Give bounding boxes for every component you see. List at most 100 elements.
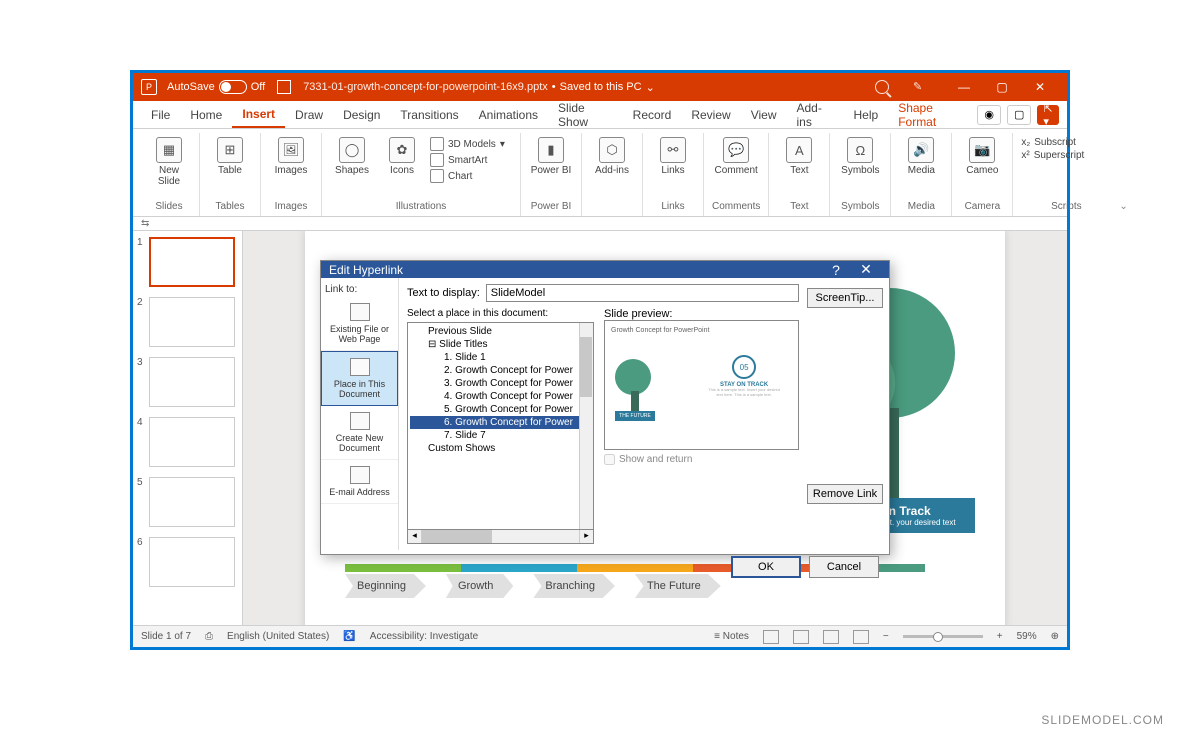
tab-file[interactable]: File (141, 101, 180, 128)
links-button[interactable]: ⚯Links (651, 137, 695, 176)
file-name[interactable]: 7331-01-growth-concept-for-powerpoint-16… (303, 81, 548, 93)
group-images: Images (275, 198, 308, 216)
cancel-button[interactable]: Cancel (809, 556, 879, 578)
superscript-button[interactable]: x² Superscript (1021, 150, 1111, 161)
tab-review[interactable]: Review (681, 101, 740, 128)
lang-icon: ⎙ (205, 631, 213, 642)
thumbnail-4[interactable] (149, 417, 235, 467)
autosave-toggle[interactable]: AutoSave Off (167, 80, 265, 94)
linkto-label: Link to: (321, 278, 398, 297)
thumbnail-panel[interactable]: 1 2 3 4 5 6 (133, 231, 243, 625)
thumbnail-3[interactable] (149, 357, 235, 407)
tab-draw[interactable]: Draw (285, 101, 333, 128)
tree-slide-7[interactable]: 7. Slide 7 (410, 429, 591, 442)
tree-slide-3[interactable]: 3. Growth Concept for Power (410, 377, 591, 390)
tab-view[interactable]: View (741, 101, 787, 128)
text-button[interactable]: AText (777, 137, 821, 176)
tab-record[interactable]: Record (623, 101, 682, 128)
tree-slide-6[interactable]: 6. Growth Concept for Power (410, 416, 591, 429)
smartart-button[interactable]: SmartArt (430, 153, 512, 167)
tree-vscroll[interactable] (579, 323, 593, 529)
tree-slide-4[interactable]: 4. Growth Concept for Power (410, 390, 591, 403)
slide-counter[interactable]: Slide 1 of 7 (141, 631, 191, 642)
record-button[interactable]: ◉ (977, 105, 1001, 125)
linkto-email[interactable]: E-mail Address (321, 460, 398, 504)
zoom-level[interactable]: 59% (1017, 631, 1037, 642)
pencil-icon[interactable]: ✎ (913, 80, 927, 94)
tree-slide-2[interactable]: 2. Growth Concept for Power (410, 364, 591, 377)
thumbnail-1[interactable] (149, 237, 235, 287)
group-symbols: Symbols (841, 198, 879, 216)
3d-models-button[interactable]: 3D Models ▾ (430, 137, 512, 151)
slideshow-view-button[interactable] (853, 630, 869, 644)
thumbnail-2[interactable] (149, 297, 235, 347)
minimize-button[interactable]: — (945, 73, 983, 101)
notes-button[interactable]: ≡ Notes (714, 631, 749, 642)
tree-custom-shows[interactable]: Custom Shows (410, 442, 591, 455)
zoom-out-button[interactable]: − (883, 631, 889, 642)
ok-button[interactable]: OK (731, 556, 801, 578)
new-slide-button[interactable]: ▦New Slide (147, 137, 191, 187)
sorter-view-button[interactable] (793, 630, 809, 644)
zoom-slider[interactable] (903, 635, 983, 638)
tab-help[interactable]: Help (844, 101, 889, 128)
reading-view-button[interactable] (823, 630, 839, 644)
dialog-titlebar[interactable]: Edit Hyperlink ? ✕ (321, 261, 889, 278)
tab-design[interactable]: Design (333, 101, 390, 128)
normal-view-button[interactable] (763, 630, 779, 644)
dialog-close-button[interactable]: ✕ (851, 261, 881, 278)
maximize-button[interactable]: ▢ (983, 73, 1021, 101)
icons-button[interactable]: ✿Icons (380, 137, 424, 176)
subscript-button[interactable]: x₂ Subscript (1021, 137, 1111, 148)
chart-button[interactable]: Chart (430, 169, 512, 183)
save-icon[interactable] (277, 80, 291, 94)
search-icon[interactable] (875, 80, 889, 94)
accessibility-status[interactable]: Accessibility: Investigate (370, 631, 478, 642)
tree-previous-slide[interactable]: Previous Slide (410, 325, 591, 338)
place-tree[interactable]: Previous Slide ⊟ Slide Titles 1. Slide 1… (407, 322, 594, 530)
screentip-button[interactable]: ScreenTip... (807, 288, 883, 308)
tab-addins[interactable]: Add-ins (787, 101, 844, 128)
cameo-button[interactable]: 📷Cameo (960, 137, 1004, 176)
remove-link-button[interactable]: Remove Link (807, 484, 883, 504)
tab-slideshow[interactable]: Slide Show (548, 101, 623, 128)
addins-button[interactable]: ⬡Add-ins (590, 137, 634, 176)
language-status[interactable]: English (United States) (227, 631, 329, 642)
autosave-state: Off (251, 81, 265, 93)
tab-animations[interactable]: Animations (469, 101, 548, 128)
text-to-display-input[interactable] (486, 284, 799, 302)
status-bar: Slide 1 of 7 ⎙ English (United States) ♿… (133, 625, 1067, 647)
ribbon-collapse-icon[interactable]: ⌄ (1119, 133, 1127, 216)
linkto-existing-file[interactable]: Existing File or Web Page (321, 297, 398, 351)
thumbnail-5[interactable] (149, 477, 235, 527)
thumbnail-6[interactable] (149, 537, 235, 587)
dialog-help-button[interactable]: ? (821, 262, 851, 278)
tab-shape-format[interactable]: Shape Format (888, 101, 977, 128)
present-button[interactable]: ▢ (1007, 105, 1031, 125)
images-button[interactable]: 🖼Images (269, 137, 313, 176)
powerbi-button[interactable]: ▮Power BI (529, 137, 573, 176)
tree-slide-5[interactable]: 5. Growth Concept for Power (410, 403, 591, 416)
tab-transitions[interactable]: Transitions (390, 101, 468, 128)
linkto-new-doc[interactable]: Create New Document (321, 406, 398, 460)
tab-insert[interactable]: Insert (232, 101, 285, 128)
comment-button[interactable]: 💬Comment (714, 137, 758, 176)
tree-slide-titles[interactable]: ⊟ Slide Titles (410, 338, 591, 351)
tree-hscroll[interactable]: ◂▸ (407, 530, 594, 544)
tab-home[interactable]: Home (180, 101, 232, 128)
share-button[interactable]: ⇱ ▾ (1037, 105, 1059, 125)
linkto-place-in-doc[interactable]: Place in This Document (321, 351, 398, 406)
ribbon-collapse-bar[interactable]: ⇆ (133, 217, 1067, 231)
edit-hyperlink-dialog: Edit Hyperlink ? ✕ Link to: Existing Fil… (320, 260, 890, 555)
close-button[interactable]: ✕ (1021, 73, 1059, 101)
media-button[interactable]: 🔊Media (899, 137, 943, 176)
powerpoint-icon: P (141, 79, 157, 95)
symbols-button[interactable]: ΩSymbols (838, 137, 882, 176)
fit-button[interactable]: ⊕ (1051, 631, 1059, 642)
save-state[interactable]: Saved to this PC (560, 81, 642, 93)
shapes-button[interactable]: ◯Shapes (330, 137, 374, 176)
zoom-in-button[interactable]: + (997, 631, 1003, 642)
tree-slide-1[interactable]: 1. Slide 1 (410, 351, 591, 364)
group-slides: Slides (155, 198, 182, 216)
table-button[interactable]: ⊞Table (208, 137, 252, 176)
